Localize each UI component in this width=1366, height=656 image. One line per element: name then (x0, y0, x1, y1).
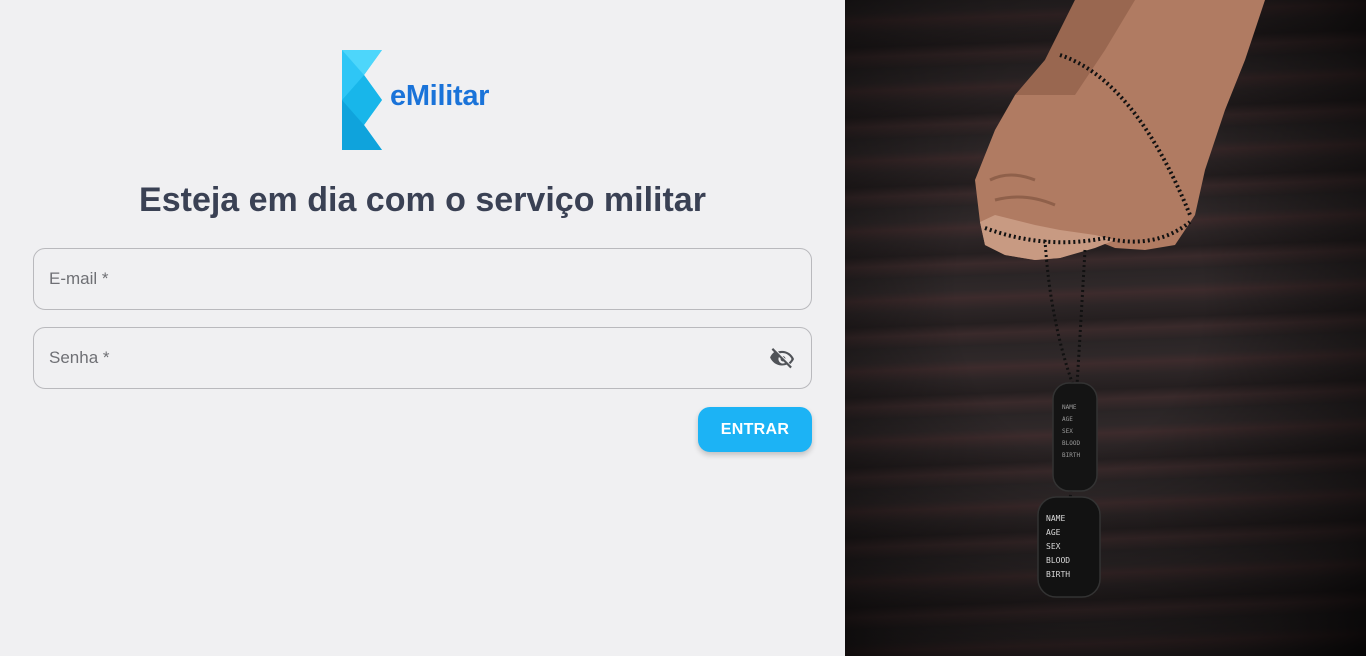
email-input[interactable] (34, 249, 811, 309)
page-title: Esteja em dia com o serviço militar (139, 181, 706, 219)
dog-tags-illustration (975, 0, 1265, 598)
login-button[interactable]: ENTRAR (698, 407, 812, 452)
tag-lower-text: NAME AGE SEX BLOOD BIRTH (1046, 514, 1071, 579)
tag-upper-text: NAME AGE SEX BLOOD BIRTH (1062, 404, 1081, 459)
brand-name: eMilitar (390, 80, 490, 112)
logo: eMilitar (342, 50, 512, 150)
email-field[interactable]: E-mail * (33, 248, 812, 310)
login-panel: eMilitar Esteja em dia com o serviço mil… (0, 0, 845, 656)
password-field[interactable]: Senha * (33, 327, 812, 389)
eye-off-icon[interactable] (769, 346, 795, 372)
hero-image: NAME AGE SEX BLOOD BIRTH NAME AGE SEX BL… (845, 0, 1366, 656)
logo-mark-icon (342, 50, 382, 150)
password-input[interactable] (34, 328, 811, 388)
